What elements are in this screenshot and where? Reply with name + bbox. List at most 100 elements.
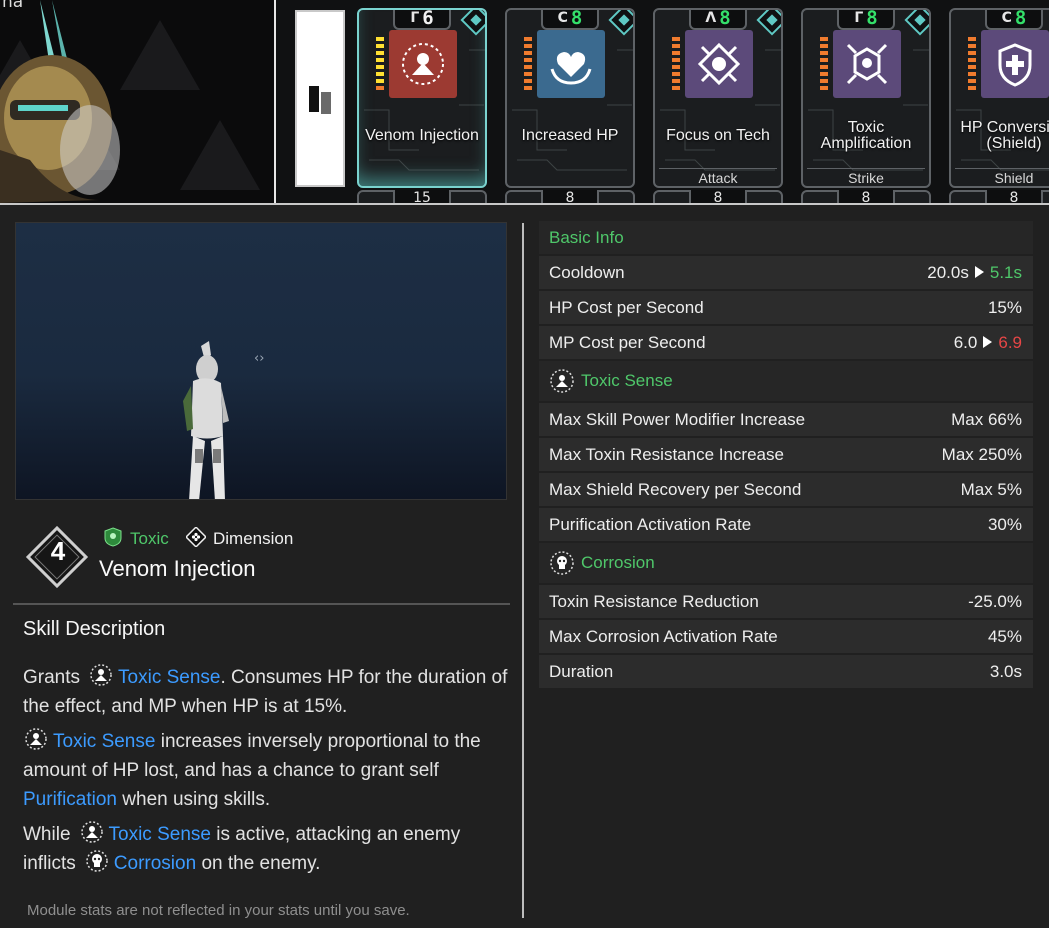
module-card[interactable]: 8	[653, 190, 783, 203]
module-card[interactable]: 8	[505, 190, 635, 203]
module-capacity: C8	[541, 8, 599, 30]
corrosion-header: Corrosion	[539, 543, 1033, 583]
section-title: Basic Info	[549, 227, 624, 247]
arrow-right-icon	[974, 265, 984, 278]
module-type: Attack	[659, 168, 777, 186]
stat-value: -25.0%	[968, 591, 1022, 611]
capacity-value: 8	[570, 8, 583, 29]
toxic-attribute-icon	[103, 527, 123, 547]
module-name: Increased HP	[521, 127, 619, 144]
skill-description-title: Skill Description	[23, 618, 166, 640]
stat-new-value: 6.9	[998, 332, 1022, 352]
module-card[interactable]: C 8 Increased HP	[505, 8, 635, 188]
module-capacity: Γ6	[393, 8, 451, 30]
module-icon	[833, 30, 901, 98]
description-text: While	[23, 824, 71, 845]
stat-label: HP Cost per Second	[549, 297, 704, 317]
keyword-toxic-sense[interactable]: Toxic Sense	[118, 667, 220, 688]
skill-preview-video[interactable]: ‹›	[15, 222, 507, 500]
module-name: HP Conversion (Shield)	[960, 119, 1049, 152]
stat-row: Max Corrosion Activation Rate 45%	[539, 620, 1033, 653]
description-paragraph: Grants Toxic Sense. Consumes HP for the d…	[23, 663, 508, 721]
character-helmet-image	[0, 0, 120, 203]
module-card[interactable]: Λ 8 Focus on Tech Attack	[653, 8, 783, 188]
stat-label: Max Skill Power Modifier Increase	[549, 409, 806, 429]
keyword-toxic-sense[interactable]: Toxic Sense	[53, 731, 155, 752]
stat-value: 6.0 6.9	[954, 333, 1022, 353]
toxic-sense-icon	[79, 820, 105, 844]
stat-row: Max Skill Power Modifier Increase Max 66%	[539, 403, 1033, 436]
module-level-bar	[376, 37, 384, 90]
module-capacity: Γ8	[837, 10, 895, 30]
divider	[13, 603, 510, 605]
module-card[interactable]: 15	[357, 190, 487, 203]
toxic-sense-icon	[23, 727, 49, 751]
skill-name: Venom Injection	[99, 556, 256, 581]
module-card[interactable]: C8 HP Conversion (Shield) Shield	[949, 8, 1049, 188]
corrosion-icon	[550, 551, 574, 575]
stat-value: Max 5%	[960, 479, 1022, 499]
module-capacity: C8	[985, 10, 1043, 30]
stat-label: Cooldown	[549, 262, 625, 282]
section-title: Corrosion	[581, 553, 655, 572]
module-icon	[537, 30, 605, 98]
stat-new-value: 5.1s	[989, 262, 1022, 282]
module-card[interactable]: Γ 8 Toxic Amplification Strike	[801, 8, 931, 188]
stat-value: Max 66%	[951, 409, 1022, 429]
module-card[interactable]: Γ 6 Venom Injection	[357, 8, 487, 188]
stat-row: Toxin Resistance Reduction -25.0%	[539, 585, 1033, 618]
module-card[interactable]: 8	[801, 190, 931, 203]
stat-row: Purification Activation Rate 30%	[539, 508, 1033, 541]
character-name: na	[2, 0, 24, 12]
stat-label: Max Corrosion Activation Rate	[549, 626, 778, 646]
skill-level-number: 4	[50, 536, 66, 566]
skill-description-body: Grants Toxic Sense. Consumes HP for the d…	[23, 663, 508, 884]
keyword-toxic-sense[interactable]: Toxic Sense	[109, 824, 211, 845]
socket-type-icon: C	[1001, 10, 1012, 26]
arrow-right-icon	[983, 335, 993, 348]
toxic-sense-header: Toxic Sense	[539, 361, 1033, 401]
panel-divider	[522, 223, 524, 918]
stat-label: Purification Activation Rate	[549, 514, 752, 534]
description-text: on the enemy.	[196, 853, 321, 874]
description-text: when using skills.	[117, 789, 271, 810]
socket-type-icon: C	[557, 10, 568, 26]
stat-row-mp-cost: MP Cost per Second 6.0 6.9	[539, 326, 1033, 359]
toxic-sense-rows: Max Skill Power Modifier Increase Max 66%…	[539, 403, 1033, 541]
stat-label: Duration	[549, 661, 614, 681]
character-figure-image	[183, 341, 229, 499]
save-notice: Module stats are not reflected in your s…	[27, 902, 410, 919]
toxic-sense-icon	[550, 369, 574, 393]
stat-value: Max 250%	[941, 444, 1022, 464]
keyword-purification[interactable]: Purification	[23, 789, 117, 810]
basic-info-header: Basic Info	[539, 221, 1033, 254]
character-portrait: na	[0, 0, 276, 203]
module-level-bar	[524, 37, 532, 90]
socket-type-icon: Λ	[705, 10, 717, 26]
keyword-corrosion[interactable]: Corrosion	[114, 853, 196, 874]
stat-old-value: 6.0	[953, 332, 978, 352]
section-title: Toxic Sense	[581, 371, 673, 390]
module-type: Shield	[955, 168, 1049, 186]
socket-type-icon: Γ	[410, 10, 420, 26]
module-icon	[389, 30, 457, 98]
stat-label: Max Shield Recovery per Second	[549, 479, 802, 499]
module-slot-empty[interactable]	[295, 10, 345, 187]
capacity-value: 15	[393, 190, 451, 203]
description-text: Grants	[23, 667, 81, 688]
module-name: Toxic Amplification	[820, 119, 912, 152]
module-stats-table: Basic Info Cooldown 20.0s 5.1s HP Cost pe…	[539, 221, 1033, 690]
module-name: Focus on Tech	[666, 127, 770, 144]
module-icon	[685, 30, 753, 98]
stat-row: Duration 3.0s	[539, 655, 1033, 688]
module-capacity: Λ8	[689, 10, 747, 30]
dimension-type-icon	[185, 526, 207, 548]
stat-value: 3.0s	[989, 661, 1022, 681]
stat-label: Toxin Resistance Reduction	[549, 591, 759, 611]
module-level-bar	[968, 37, 976, 90]
description-paragraph: Toxic Sense increases inversely proporti…	[23, 727, 508, 814]
module-card[interactable]: 8	[949, 190, 1049, 203]
capacity-value: 6	[422, 8, 434, 29]
capacity-value: 8	[541, 190, 599, 203]
stat-row: Max Shield Recovery per Second Max 5%	[539, 473, 1033, 506]
